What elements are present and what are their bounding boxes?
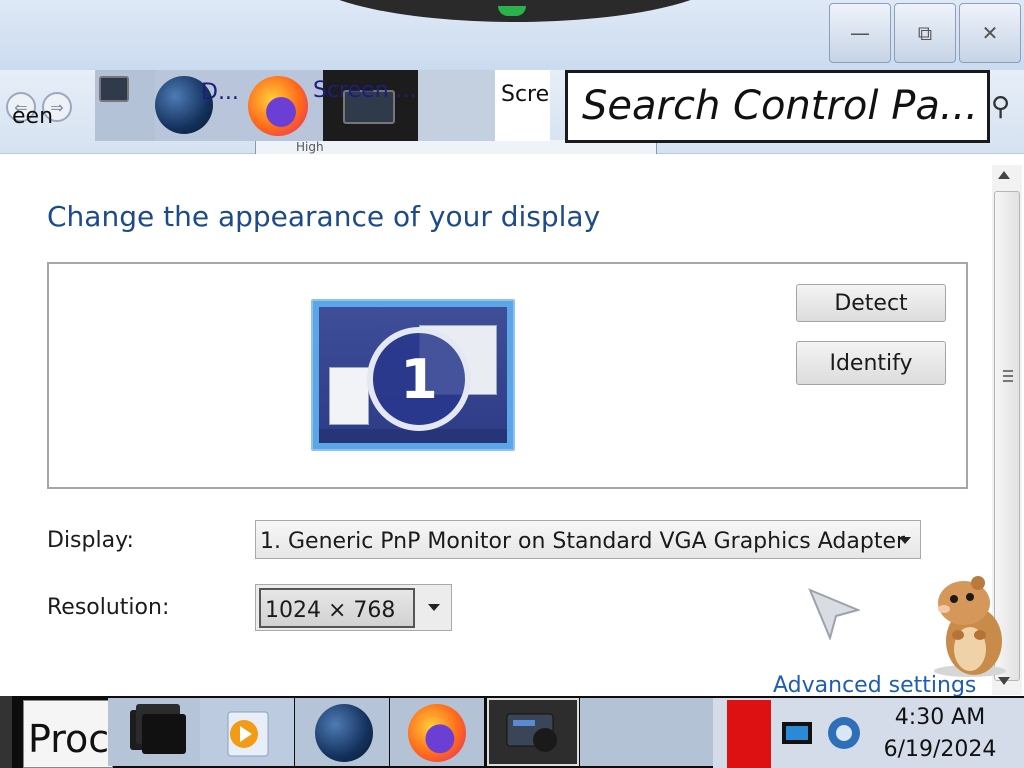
close-button[interactable]: ✕ bbox=[959, 3, 1021, 63]
search-input[interactable]: Search Control Pa... bbox=[565, 70, 990, 143]
close-icon: ✕ bbox=[981, 21, 999, 45]
thumbnail-blank[interactable] bbox=[418, 70, 495, 141]
taskbar-firefox[interactable] bbox=[390, 698, 484, 766]
flag-icon[interactable] bbox=[727, 700, 771, 768]
chevron-down-icon bbox=[899, 537, 911, 544]
thumbnail-scre[interactable]: Scre bbox=[495, 70, 550, 141]
taskbar-media-player[interactable] bbox=[200, 698, 294, 766]
clock-date[interactable]: 6/19/2024 bbox=[870, 737, 1010, 762]
mouse-cursor-icon bbox=[808, 588, 860, 640]
display-select[interactable]: 1. Generic PnP Monitor on Standard VGA G… bbox=[255, 520, 921, 559]
thumbnail-label-screen: Screen ... bbox=[313, 78, 417, 103]
firefox-icon bbox=[408, 704, 466, 762]
monitor-number: 1 bbox=[367, 327, 471, 431]
breadcrumb-fragment: een bbox=[12, 104, 54, 129]
monitor-icon[interactable]: 1 bbox=[311, 299, 515, 451]
resolution-select[interactable]: 1024 × 768 bbox=[255, 584, 452, 631]
resolution-select-value: 1024 × 768 bbox=[265, 598, 396, 623]
scroll-down-icon[interactable] bbox=[998, 677, 1010, 685]
globe-icon bbox=[315, 704, 373, 762]
identify-button[interactable]: Identify bbox=[796, 341, 946, 385]
files-icon bbox=[130, 704, 186, 754]
preview-window-small bbox=[329, 367, 369, 425]
search-placeholder: Search Control Pa... bbox=[582, 83, 978, 129]
preview-taskbar bbox=[319, 429, 507, 443]
taskbar-screen-app[interactable] bbox=[487, 698, 579, 766]
screen-app-icon bbox=[506, 713, 557, 752]
taskbar-files[interactable] bbox=[108, 698, 202, 766]
display-select-value: 1. Generic PnP Monitor on Standard VGA G… bbox=[260, 529, 906, 554]
resolution-select-field: 1024 × 768 bbox=[259, 588, 415, 628]
thumbnail-globe-firefox[interactable]: D... bbox=[155, 70, 323, 141]
monitor-screen: 1 bbox=[319, 307, 507, 443]
display-label: Display: bbox=[47, 528, 134, 553]
window-thumbnail-strip: D... Screen ... Scre bbox=[95, 70, 550, 141]
minimize-button[interactable]: — bbox=[829, 3, 891, 63]
resolution-label: Resolution: bbox=[47, 595, 170, 620]
network-icon[interactable] bbox=[780, 718, 814, 748]
maximize-button[interactable]: ⧉ bbox=[894, 3, 956, 63]
thumbnail-label-scre: Scre bbox=[501, 82, 550, 107]
monitor-icon bbox=[99, 76, 129, 102]
firefox-icon bbox=[248, 76, 308, 136]
taskbar-empty-area bbox=[580, 698, 713, 766]
start-button[interactable] bbox=[0, 696, 12, 768]
thumbnail-monitor[interactable] bbox=[95, 70, 155, 141]
grip-icon bbox=[1003, 370, 1013, 382]
scroll-up-icon[interactable] bbox=[998, 171, 1010, 179]
search-icon[interactable]: ⚲ bbox=[991, 92, 1010, 122]
taskbar-globe[interactable] bbox=[295, 698, 389, 766]
chevron-down-icon bbox=[428, 604, 440, 611]
volume-icon[interactable] bbox=[826, 715, 862, 751]
detect-button[interactable]: Detect bbox=[796, 284, 946, 322]
thumbnail-label-d: D... bbox=[201, 80, 239, 105]
page-title: Change the appearance of your display bbox=[47, 200, 601, 233]
maximize-icon: ⧉ bbox=[917, 21, 933, 45]
media-player-icon bbox=[227, 711, 269, 757]
display-preview: 1 Detect Identify bbox=[47, 262, 968, 489]
clock-time[interactable]: 4:30 AM bbox=[880, 705, 1000, 730]
background-window[interactable]: Proc bbox=[23, 700, 113, 768]
hamster-mascot[interactable] bbox=[920, 573, 1010, 678]
minimize-icon: — bbox=[850, 21, 870, 45]
background-window-text: Proc bbox=[28, 717, 110, 761]
